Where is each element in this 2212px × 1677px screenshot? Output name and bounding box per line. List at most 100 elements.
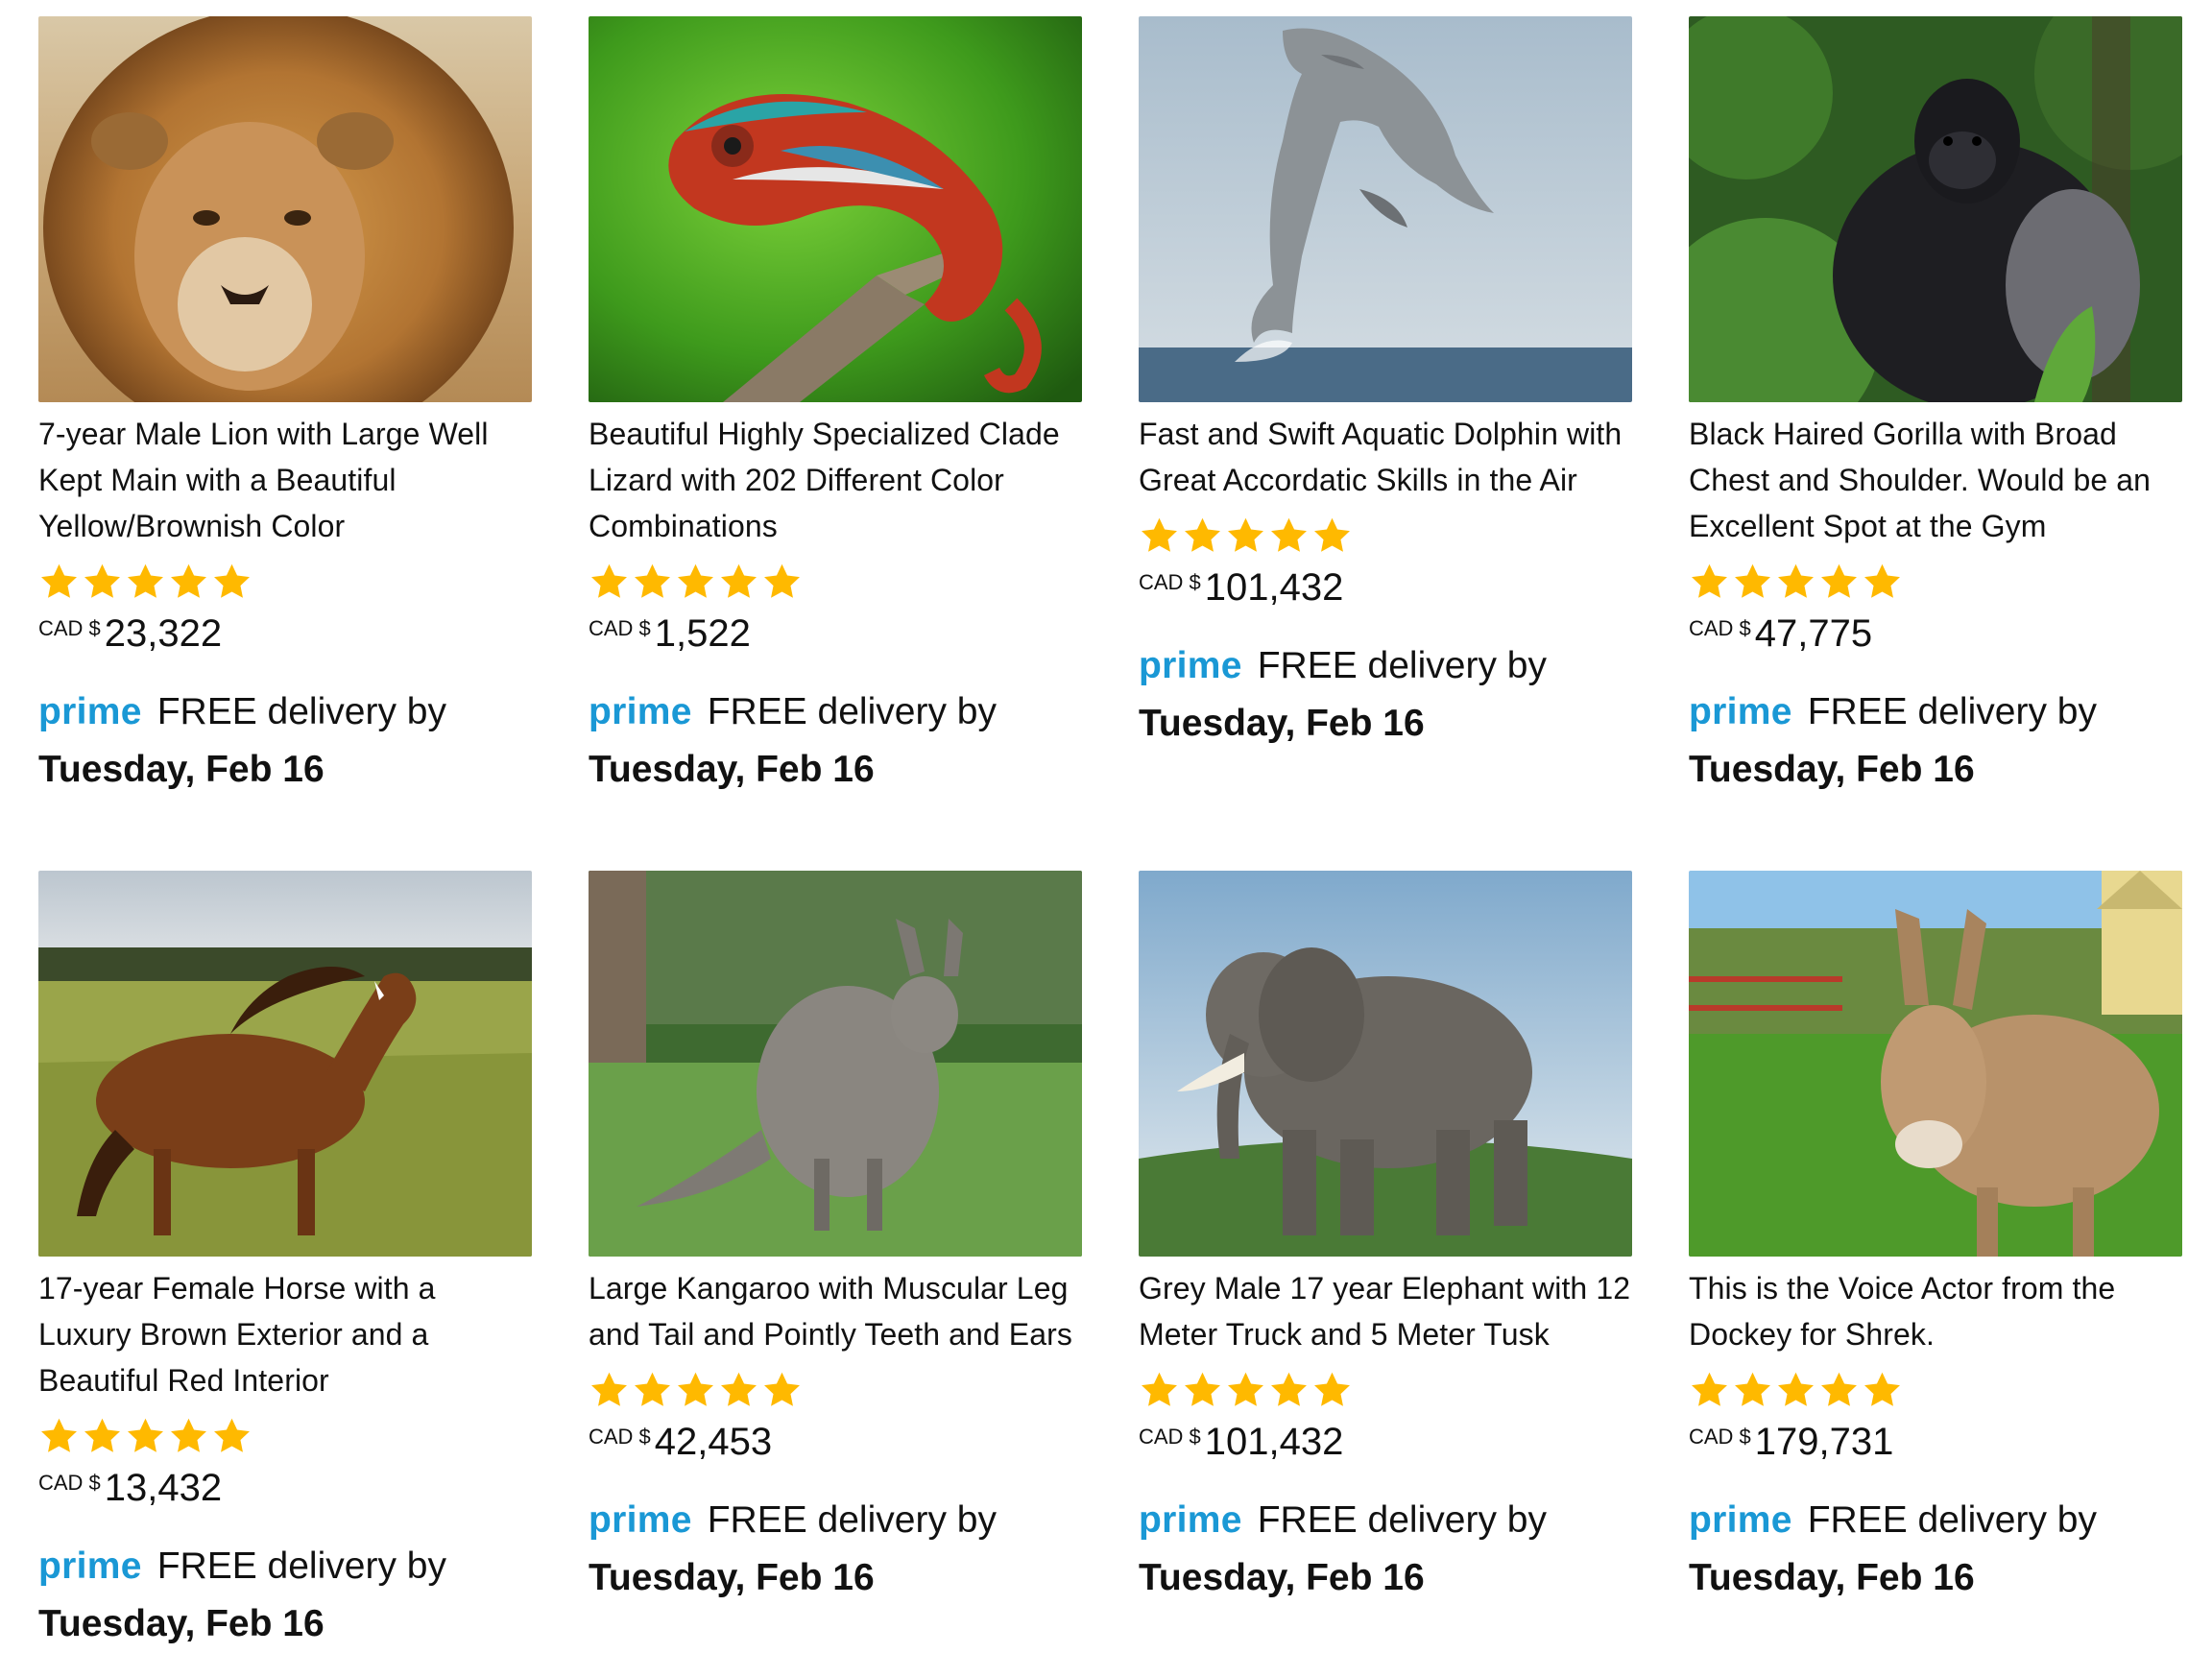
delivery-info: prime FREE delivery by Tuesday, Feb 16 [1139, 1492, 1632, 1607]
prime-badge: prime [1139, 1499, 1242, 1541]
price-currency: CAD $ [1689, 616, 1751, 640]
price-amount: 101,432 [1204, 1421, 1344, 1463]
rating-stars[interactable] [1139, 515, 1632, 557]
delivery-info: prime FREE delivery by Tuesday, Feb 16 [38, 683, 532, 799]
rating-stars[interactable] [38, 1415, 532, 1457]
product-image-lion[interactable] [38, 16, 532, 402]
star-icon [1862, 1370, 1903, 1411]
product-grid: 7-year Male Lion with Large Well Kept Ma… [38, 16, 2182, 1677]
delivery-info: prime FREE delivery by Tuesday, Feb 16 [589, 683, 1082, 799]
product-card-donkey[interactable]: This is the Voice Actor from the Dockey … [1689, 871, 2182, 1677]
product-card-chameleon[interactable]: Beautiful Highly Specialized Clade Lizar… [589, 16, 1082, 871]
price-currency: CAD $ [589, 616, 651, 640]
delivery-info: prime FREE delivery by Tuesday, Feb 16 [589, 1492, 1082, 1607]
product-image-kangaroo[interactable] [589, 871, 1082, 1257]
price-amount: 23,322 [104, 612, 223, 655]
rating-stars[interactable] [589, 1369, 1082, 1411]
product-title[interactable]: 17-year Female Horse with a Luxury Brown… [38, 1265, 532, 1403]
star-icon [1689, 562, 1730, 603]
product-card-kangaroo[interactable]: Large Kangaroo with Muscular Leg and Tai… [589, 871, 1082, 1677]
product-title[interactable]: Grey Male 17 year Elephant with 12 Meter… [1139, 1265, 1632, 1357]
product-title[interactable]: Black Haired Gorilla with Broad Chest an… [1689, 411, 2182, 549]
price-amount: 13,432 [104, 1467, 223, 1509]
star-icon [1268, 515, 1310, 557]
star-icon [168, 1416, 209, 1457]
product-title[interactable]: Large Kangaroo with Muscular Leg and Tai… [589, 1265, 1082, 1357]
star-icon [38, 1416, 80, 1457]
price-currency: CAD $ [1139, 1425, 1201, 1449]
product-card-lion[interactable]: 7-year Male Lion with Large Well Kept Ma… [38, 16, 532, 871]
star-icon [1689, 1370, 1730, 1411]
product-title[interactable]: 7-year Male Lion with Large Well Kept Ma… [38, 411, 532, 549]
price-currency: CAD $ [1689, 1425, 1751, 1449]
star-icon [1862, 562, 1903, 603]
delivery-text: FREE delivery by [156, 1545, 446, 1587]
star-icon [675, 1370, 716, 1411]
delivery-date: Tuesday, Feb 16 [38, 1603, 325, 1644]
star-icon [1311, 1370, 1353, 1411]
product-title[interactable]: Fast and Swift Aquatic Dolphin with Grea… [1139, 411, 1632, 503]
delivery-info: prime FREE delivery by Tuesday, Feb 16 [38, 1538, 532, 1653]
star-icon [1182, 515, 1223, 557]
star-icon [718, 562, 759, 603]
price: CAD $ 23,322 [38, 611, 532, 664]
star-icon [632, 562, 673, 603]
delivery-text: FREE delivery by [707, 1499, 997, 1541]
star-icon [1818, 1370, 1860, 1411]
star-icon [211, 562, 252, 603]
star-icon [1225, 515, 1266, 557]
price: CAD $ 13,432 [38, 1465, 532, 1519]
product-title[interactable]: This is the Voice Actor from the Dockey … [1689, 1265, 2182, 1357]
star-icon [125, 1416, 166, 1457]
price: CAD $ 101,432 [1139, 564, 1632, 618]
delivery-text: FREE delivery by [1257, 1499, 1547, 1541]
delivery-date: Tuesday, Feb 16 [1689, 1557, 1975, 1598]
star-icon [632, 1370, 673, 1411]
rating-stars[interactable] [1689, 1369, 2182, 1411]
rating-stars[interactable] [38, 561, 532, 603]
price: CAD $ 179,731 [1689, 1419, 2182, 1473]
price-currency: CAD $ [1139, 570, 1201, 594]
price: CAD $ 101,432 [1139, 1419, 1632, 1473]
price-amount: 179,731 [1754, 1421, 1894, 1463]
rating-stars[interactable] [1689, 561, 2182, 603]
product-image-donkey[interactable] [1689, 871, 2182, 1257]
delivery-date: Tuesday, Feb 16 [589, 1557, 875, 1598]
delivery-date: Tuesday, Feb 16 [589, 749, 875, 790]
star-icon [675, 562, 716, 603]
star-icon [1775, 562, 1816, 603]
price: CAD $ 1,522 [589, 611, 1082, 664]
product-image-gorilla[interactable] [1689, 16, 2182, 402]
star-icon [1139, 1370, 1180, 1411]
star-icon [761, 562, 803, 603]
product-card-elephant[interactable]: Grey Male 17 year Elephant with 12 Meter… [1139, 871, 1632, 1677]
star-icon [1818, 562, 1860, 603]
rating-stars[interactable] [589, 561, 1082, 603]
delivery-date: Tuesday, Feb 16 [1139, 1557, 1425, 1598]
product-title[interactable]: Beautiful Highly Specialized Clade Lizar… [589, 411, 1082, 549]
price-amount: 47,775 [1754, 612, 1873, 655]
star-icon [1732, 562, 1773, 603]
product-card-dolphin[interactable]: Fast and Swift Aquatic Dolphin with Grea… [1139, 16, 1632, 871]
product-image-elephant[interactable] [1139, 871, 1632, 1257]
star-icon [1775, 1370, 1816, 1411]
price-amount: 1,522 [654, 612, 751, 655]
star-icon [1139, 515, 1180, 557]
star-icon [38, 562, 80, 603]
rating-stars[interactable] [1139, 1369, 1632, 1411]
product-card-gorilla[interactable]: Black Haired Gorilla with Broad Chest an… [1689, 16, 2182, 871]
prime-badge: prime [1139, 645, 1242, 686]
price-amount: 101,432 [1204, 566, 1344, 609]
prime-badge: prime [1689, 1499, 1792, 1541]
star-icon [1732, 1370, 1773, 1411]
delivery-text: FREE delivery by [1807, 1499, 2097, 1541]
product-image-dolphin[interactable] [1139, 16, 1632, 402]
prime-badge: prime [589, 691, 692, 732]
star-icon [1268, 1370, 1310, 1411]
product-image-horse[interactable] [38, 871, 532, 1257]
star-icon [589, 1370, 630, 1411]
price: CAD $ 47,775 [1689, 611, 2182, 664]
star-icon [589, 562, 630, 603]
product-card-horse[interactable]: 17-year Female Horse with a Luxury Brown… [38, 871, 532, 1677]
product-image-chameleon[interactable] [589, 16, 1082, 402]
